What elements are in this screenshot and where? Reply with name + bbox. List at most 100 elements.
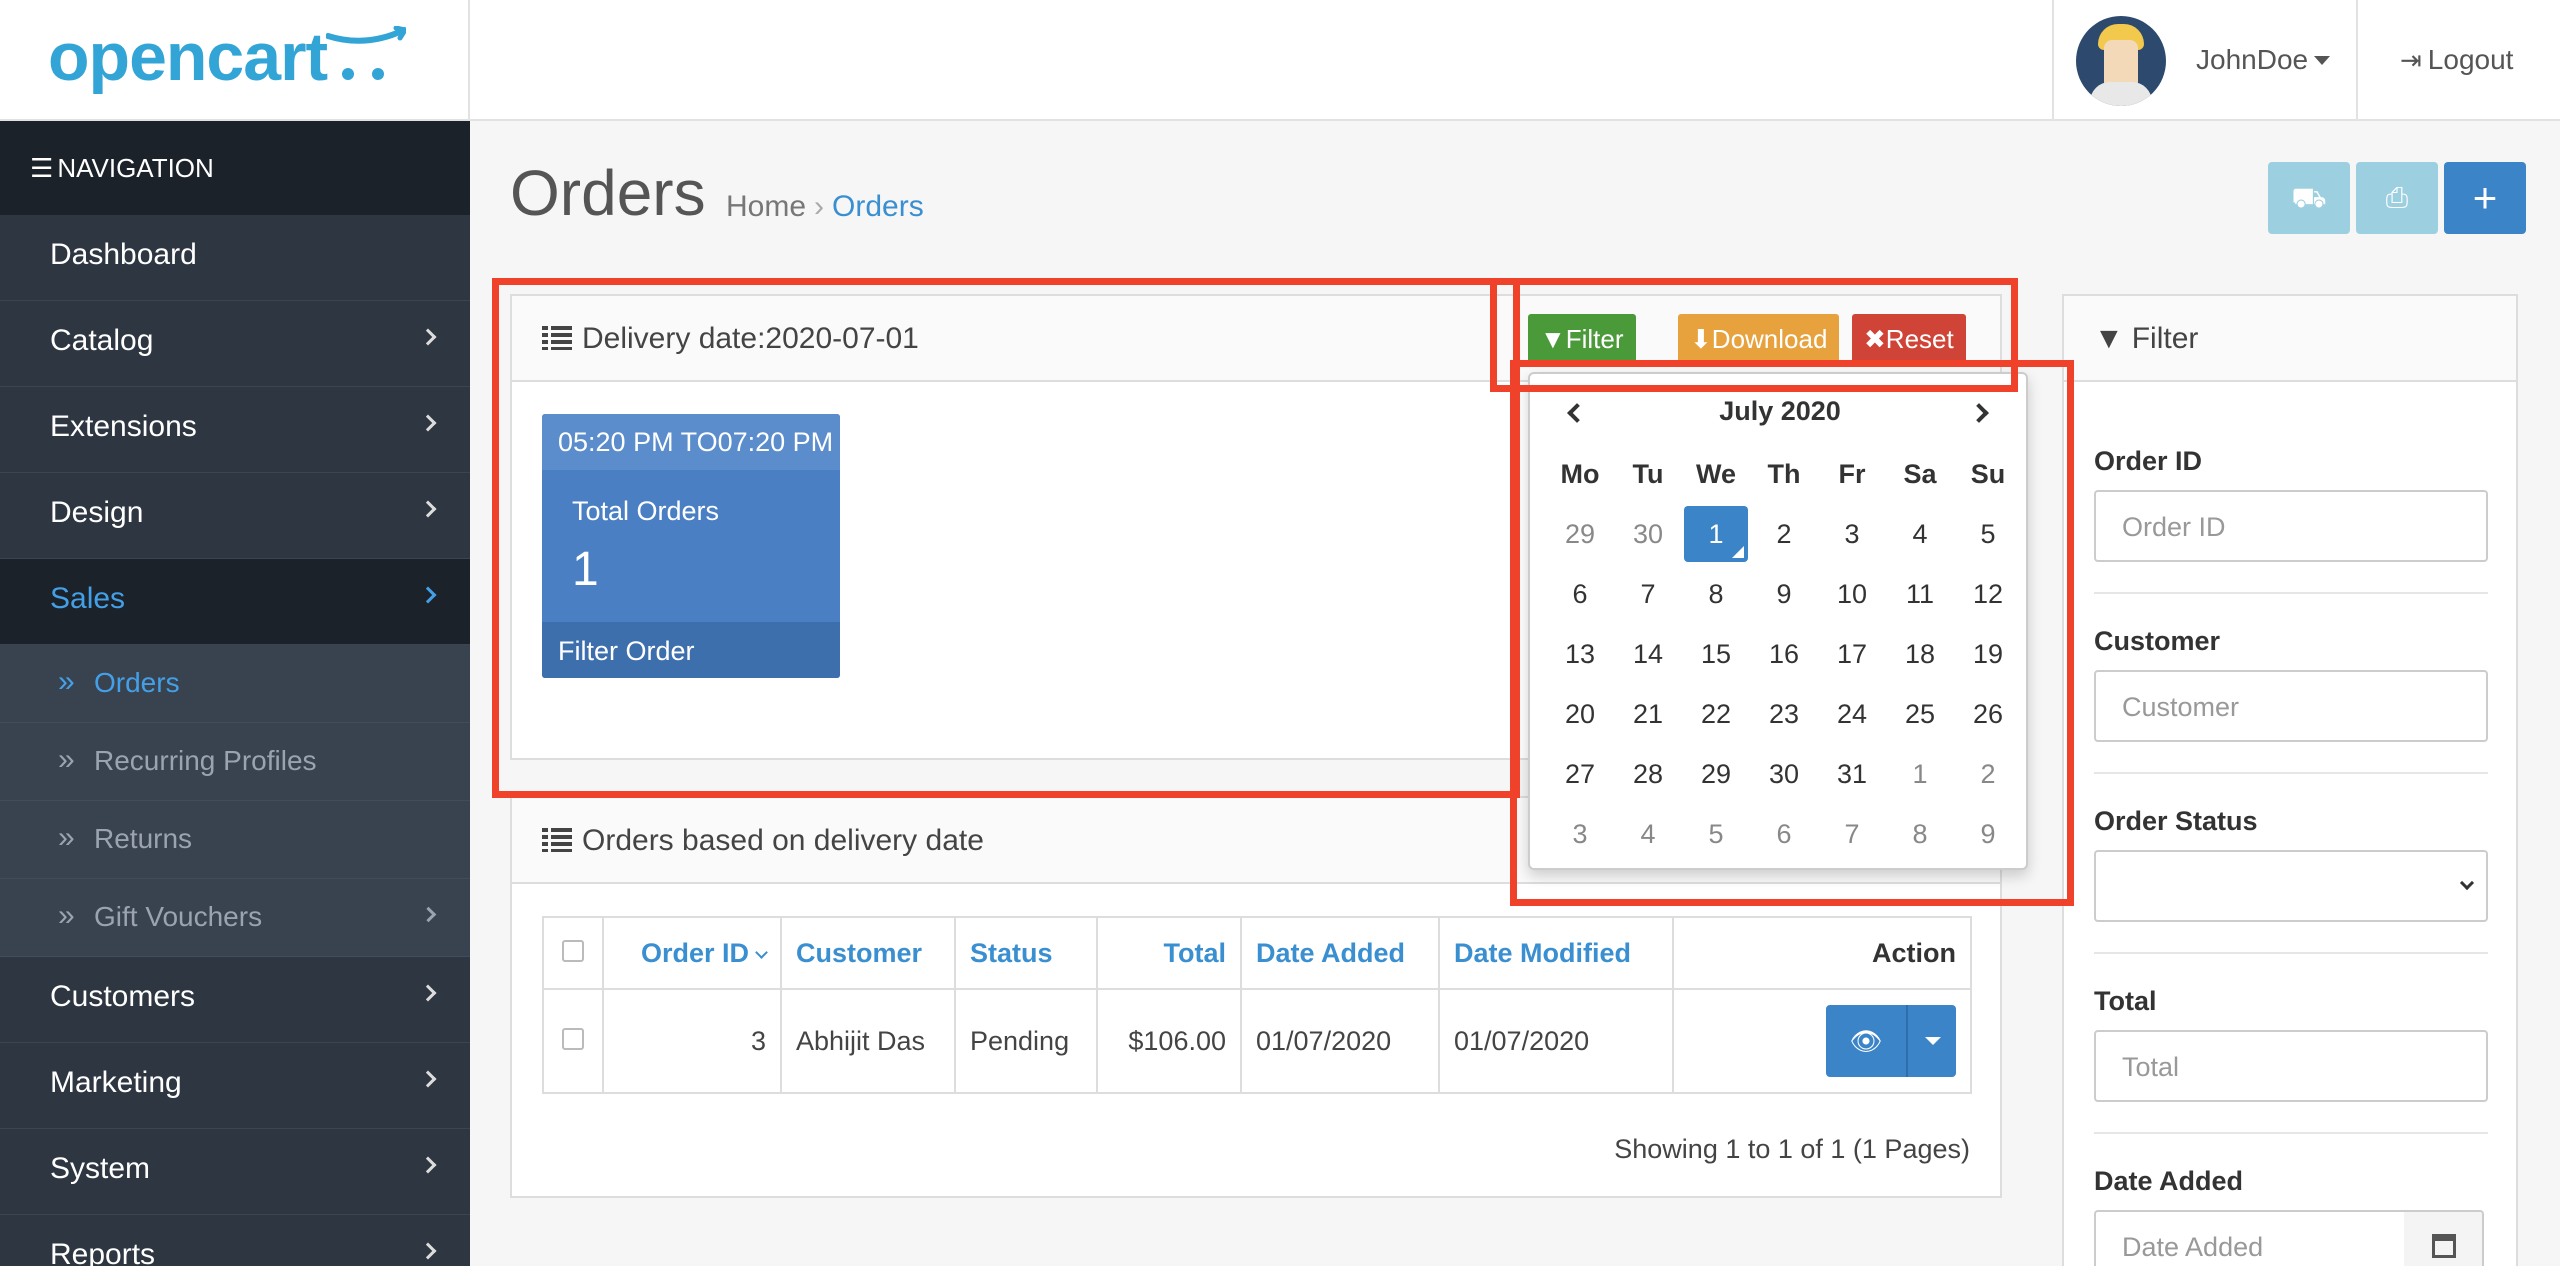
calendar-day[interactable]: 7 (1820, 806, 1884, 862)
calendar-day[interactable]: 3 (1548, 806, 1612, 862)
calendar-day[interactable]: 11 (1888, 566, 1952, 622)
caret-down-icon (1925, 1037, 1941, 1045)
divider (2094, 1132, 2488, 1134)
calendar-day[interactable]: 31 (1820, 746, 1884, 802)
calendar-day[interactable]: 26 (1956, 686, 2020, 742)
double-angle-right-icon: » (58, 743, 75, 776)
total-label: Total (2094, 986, 2157, 1016)
sidebar-item-catalog[interactable]: Catalog (0, 301, 470, 387)
calendar-day[interactable]: 30 (1752, 746, 1816, 802)
customer-input[interactable]: Customer (2094, 670, 2488, 742)
calendar-day[interactable]: 5 (1684, 806, 1748, 862)
calendar-day[interactable]: 25 (1888, 686, 1952, 742)
calendar-day[interactable]: 1 (1888, 746, 1952, 802)
sidebar-item-dashboard[interactable]: Dashboard (0, 215, 470, 301)
calendar-day[interactable]: 4 (1888, 506, 1952, 562)
calendar-day[interactable]: 20 (1548, 686, 1612, 742)
order-id-input[interactable]: Order ID (2094, 490, 2488, 562)
col-status[interactable]: Status (954, 916, 1098, 990)
calendar-day[interactable]: 3 (1820, 506, 1884, 562)
calendar-day[interactable]: 18 (1888, 626, 1952, 682)
calendar-day[interactable]: 8 (1888, 806, 1952, 862)
sidebar-subitem-returns[interactable]: » Returns (0, 801, 470, 879)
datepicker-month-title[interactable]: July 2020 (1530, 396, 2030, 427)
sidebar-subitem-orders[interactable]: » Orders (0, 645, 470, 723)
shipping-button[interactable]: ⛟ (2268, 162, 2350, 234)
calendar-day[interactable]: 14 (1616, 626, 1680, 682)
page-title: Orders (510, 157, 706, 229)
calendar-day[interactable]: 6 (1752, 806, 1816, 862)
filter-order-link[interactable]: Filter Order (542, 622, 840, 678)
calendar-day[interactable]: 9 (1752, 566, 1816, 622)
calendar-day[interactable]: 24 (1820, 686, 1884, 742)
date-added-calendar-button[interactable] (2404, 1210, 2484, 1266)
calendar-day[interactable]: 4 (1616, 806, 1680, 862)
row-select-cell (542, 988, 604, 1094)
calendar-day[interactable]: 22 (1684, 686, 1748, 742)
logo[interactable]: opencart (0, 0, 470, 121)
sidebar-subitem-gift-vouchers[interactable]: » Gift Vouchers (0, 879, 470, 957)
date-added-input[interactable]: Date Added (2094, 1210, 2408, 1266)
divider (2094, 592, 2488, 594)
col-order-id[interactable]: Order ID (602, 916, 782, 990)
download-button[interactable]: ⬇Download (1678, 314, 1840, 364)
calendar-day[interactable]: 17 (1820, 626, 1884, 682)
calendar-day[interactable]: 10 (1820, 566, 1884, 622)
logout-link[interactable]: ⇥ Logout (2400, 44, 2513, 76)
calendar-day[interactable]: 9 (1956, 806, 2020, 862)
calendar-day[interactable]: 30 (1616, 506, 1680, 562)
sidebar-item-customers[interactable]: Customers (0, 957, 470, 1043)
calendar-day[interactable]: 5 (1956, 506, 2020, 562)
calendar-day[interactable]: 15 (1684, 626, 1748, 682)
calendar-day[interactable]: 2 (1752, 506, 1816, 562)
calendar-day[interactable]: 13 (1548, 626, 1612, 682)
calendar-day[interactable]: 21 (1616, 686, 1680, 742)
calendar-day[interactable]: 27 (1548, 746, 1612, 802)
calendar-day[interactable]: 6 (1548, 566, 1612, 622)
calendar-day[interactable]: 29 (1548, 506, 1612, 562)
breadcrumb-separator: › (814, 190, 825, 223)
reset-button[interactable]: ✖Reset (1852, 314, 1966, 364)
calendar-day[interactable]: 23 (1752, 686, 1816, 742)
breadcrumb-home[interactable]: Home (726, 190, 806, 223)
total-input[interactable]: Total (2094, 1030, 2488, 1102)
col-date-added[interactable]: Date Added (1240, 916, 1440, 990)
calendar-day[interactable]: 28 (1616, 746, 1680, 802)
row-checkbox[interactable] (562, 1027, 584, 1050)
delivery-panel-heading: Delivery date:2020-07-01 ▼Filter ⬇Downlo… (512, 296, 2000, 382)
action-dropdown-button[interactable] (1908, 1005, 1956, 1077)
calendar-day[interactable]: 1 (1684, 506, 1748, 562)
sidebar-item-system[interactable]: System (0, 1129, 470, 1215)
calendar-day[interactable]: 19 (1956, 626, 2020, 682)
calendar-day[interactable]: 2 (1956, 746, 2020, 802)
weekday-header: Su (1970, 459, 2006, 489)
sidebar-item-marketing[interactable]: Marketing (0, 1043, 470, 1129)
filter-button[interactable]: ▼Filter (1528, 314, 1636, 364)
sidebar-subitem-recurring-profiles[interactable]: » Recurring Profiles (0, 723, 470, 801)
col-date-modified[interactable]: Date Modified (1438, 916, 1674, 990)
col-customer[interactable]: Customer (780, 916, 956, 990)
calendar-day[interactable]: 12 (1956, 566, 2020, 622)
calendar-day[interactable]: 29 (1684, 746, 1748, 802)
sidebar-item-extensions[interactable]: Extensions (0, 387, 470, 473)
print-button[interactable]: ⎙ (2356, 162, 2438, 234)
order-status-select[interactable] (2094, 850, 2488, 922)
orders-table: Order ID Customer Status Total Date Adde… (542, 916, 1972, 1094)
calendar-day[interactable]: 7 (1616, 566, 1680, 622)
calendar-day[interactable]: 8 (1684, 566, 1748, 622)
breadcrumb-orders[interactable]: Orders (832, 190, 924, 223)
chevron-down-icon (2459, 875, 2475, 891)
sidebar-item-sales[interactable]: Sales (0, 559, 470, 645)
view-button[interactable]: 👁 (1826, 1005, 1908, 1077)
total-cell: $106.00 (1096, 988, 1242, 1094)
customer-label: Customer (2094, 626, 2221, 656)
sidebar-item-reports[interactable]: Reports (0, 1215, 470, 1266)
col-total[interactable]: Total (1096, 916, 1242, 990)
user-menu[interactable]: JohnDoe (2052, 0, 2358, 121)
calendar-day[interactable]: 16 (1752, 626, 1816, 682)
add-order-button[interactable]: + (2444, 162, 2526, 234)
select-all-checkbox[interactable] (562, 939, 584, 962)
sidebar-item-design[interactable]: Design (0, 473, 470, 559)
nav-heading[interactable]: ☰ NAVIGATION (0, 121, 470, 215)
username: JohnDoe (2196, 44, 2309, 75)
